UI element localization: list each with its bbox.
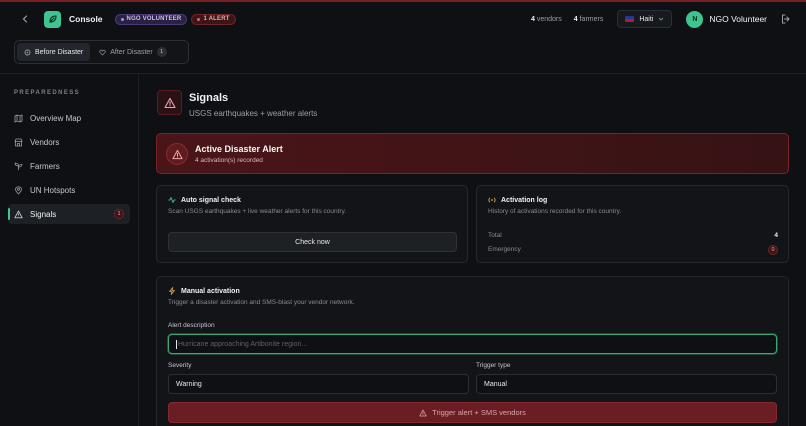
alert-description-input[interactable]: Hurricane approaching Artibonite region.… (168, 334, 777, 354)
store-icon (14, 138, 23, 147)
pin-icon (14, 185, 23, 195)
leaf-icon (48, 15, 57, 23)
tab-after-disaster[interactable]: After Disaster 1 (92, 43, 173, 61)
severity-select[interactable]: Warning (168, 374, 469, 394)
user-name: NGO Volunteer (709, 14, 767, 24)
shield-icon (24, 49, 31, 55)
tab-before-disaster[interactable]: Before Disaster (17, 43, 91, 61)
sidebar-item-label: Signals (30, 209, 57, 219)
trigger-alert-label: Trigger alert + SMS vendors (432, 408, 526, 417)
sidebar-item-un-hotspots[interactable]: UN Hotspots (8, 180, 130, 200)
alert-banner-title: Active Disaster Alert (195, 144, 283, 154)
tab-after-disaster-label: After Disaster (110, 48, 153, 56)
app-header: Console NGO VOLUNTEER 1 ALERT 4 vendors … (0, 2, 806, 36)
mode-toggle: Before Disaster After Disaster 1 (14, 40, 189, 64)
active-alert-banner: Active Disaster Alert 4 activation(s) re… (156, 133, 789, 174)
warning-icon (171, 149, 183, 159)
sprout-icon (14, 162, 23, 171)
app-logo (44, 10, 61, 28)
sidebar-item-label: UN Hotspots (30, 185, 76, 195)
page-subtitle: USGS earthquakes + weather alerts (189, 109, 318, 118)
signals-count-badge: 1 (114, 209, 124, 219)
sidebar-item-overview-map[interactable]: Overview Map (8, 108, 130, 128)
log-row-label: Total (488, 232, 502, 239)
vendors-stat-label: vendors (536, 15, 562, 23)
sidebar-section-label: PREPAREDNESS (14, 90, 81, 96)
auto-signal-check-card: Auto signal check Scan USGS earthquakes … (156, 185, 468, 263)
app-title: Console (69, 14, 103, 24)
sidebar-item-label: Overview Map (30, 113, 82, 123)
alert-banner-subtitle: 4 activation(s) recorded (195, 157, 263, 164)
heart-icon (99, 49, 106, 56)
avatar[interactable]: N (686, 10, 704, 28)
country-name: Haiti (639, 15, 654, 23)
activity-icon (168, 197, 176, 203)
manual-activation-title: Manual activation (181, 287, 240, 295)
alert-description-label: Alert description (168, 322, 215, 329)
check-now-button[interactable]: Check now (168, 232, 457, 252)
sidebar-item-farmers[interactable]: Farmers (8, 156, 130, 176)
card-title: Activation log (488, 196, 547, 204)
severity-label: Severity (168, 362, 192, 369)
lightning-icon (169, 287, 175, 295)
alert-count-label: 1 ALERT (203, 16, 230, 22)
chevron-left-icon (22, 15, 28, 23)
sidebar-item-label: Vendors (30, 137, 60, 147)
sidebar: PREPAREDNESS Overview Map Vendors Farmer… (0, 74, 139, 426)
warning-icon (419, 409, 427, 416)
broadcast-icon (488, 197, 496, 203)
role-badge: NGO VOLUNTEER (114, 13, 188, 25)
alert-description-placeholder: Hurricane approaching Artibonite region.… (178, 340, 308, 348)
card-title: Auto signal check (168, 196, 241, 204)
sidebar-item-vendors[interactable]: Vendors (8, 132, 130, 152)
page-icon (157, 90, 182, 115)
sidebar-item-signals[interactable]: Signals 1 (8, 204, 130, 224)
severity-value: Warning (176, 380, 202, 388)
farmers-stat-label: farmers (579, 15, 604, 23)
haiti-flag-icon (625, 16, 635, 22)
logout-icon[interactable] (780, 13, 792, 25)
log-emergency-badge: 0 (768, 245, 778, 255)
chevron-down-icon (659, 17, 664, 21)
trigger-alert-button[interactable]: Trigger alert + SMS vendors (168, 402, 777, 423)
card-title: Manual activation (168, 287, 240, 295)
log-row-label: Emergency (488, 246, 521, 253)
vendors-count: 4 (530, 15, 535, 23)
warning-icon (163, 97, 176, 108)
vendors-stat: 4 vendors (531, 16, 562, 23)
manual-activation-description: Trigger a disaster activation and SMS-bl… (168, 299, 355, 306)
warning-icon (14, 210, 23, 219)
page-title: Signals (189, 92, 229, 104)
alert-dot-icon (197, 17, 201, 21)
activation-log-title: Activation log (501, 196, 548, 204)
map-icon (14, 113, 23, 123)
role-badge-label: NGO VOLUNTEER (126, 16, 182, 22)
activation-log-description: History of activations recorded for this… (488, 208, 622, 215)
auto-check-description: Scan USGS earthquakes + live weather ale… (168, 208, 347, 215)
auto-check-title: Auto signal check (181, 196, 241, 204)
farmers-count: 4 (573, 15, 578, 23)
log-total-value: 4 (774, 232, 778, 239)
activation-log-card: Activation log History of activations re… (476, 185, 789, 263)
back-button[interactable] (16, 10, 34, 28)
country-selector[interactable]: Haiti (617, 10, 673, 28)
alert-banner-icon (166, 143, 188, 165)
after-disaster-count: 1 (156, 47, 167, 57)
trigger-type-value: Manual (484, 380, 507, 388)
text-caret (176, 339, 177, 349)
trigger-type-select[interactable]: Manual (476, 374, 777, 394)
sidebar-item-label: Farmers (30, 161, 60, 171)
trigger-type-label: Trigger type (476, 362, 511, 369)
farmers-stat: 4 farmers (574, 16, 604, 23)
log-row-emergency: Emergency 0 (488, 245, 778, 255)
role-dot-icon (120, 17, 124, 21)
tab-before-disaster-label: Before Disaster (35, 48, 84, 56)
log-row-total: Total 4 (488, 232, 778, 239)
alert-count-badge: 1 ALERT (191, 13, 236, 25)
